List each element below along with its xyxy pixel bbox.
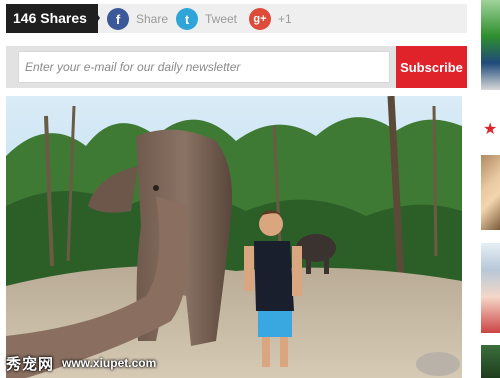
elephant-eye (153, 185, 159, 191)
man-arm (292, 246, 302, 296)
photo-illustration (6, 96, 462, 378)
elephant-selfie-photo (6, 96, 462, 378)
man-arm (244, 246, 254, 291)
site-watermark: 秀宠网 www.xiupet.com (6, 351, 156, 375)
man-leg (262, 337, 270, 367)
man-shorts (258, 311, 292, 337)
newsletter-signup: Subscribe (6, 46, 467, 88)
newsletter-email-input[interactable] (18, 51, 390, 83)
facebook-share-button[interactable]: f Share (107, 8, 168, 30)
share-bar: 146 Shares f Share t Tweet g+ +1 (6, 4, 467, 33)
sidebar-thumbnail[interactable] (481, 345, 500, 378)
man-leg (280, 337, 288, 367)
share-count-arrow (90, 4, 100, 32)
subscribe-button[interactable]: Subscribe (396, 46, 467, 88)
sidebar-thumbnail[interactable] (481, 0, 500, 90)
distant-elephant-leg (306, 256, 311, 274)
google-plus-share-label: +1 (278, 12, 292, 26)
sidebar-thumbnail[interactable] (481, 155, 500, 230)
twitter-share-button[interactable]: t Tweet (176, 8, 237, 30)
sidebar-thumbnail[interactable] (481, 243, 500, 333)
star-icon: ★ (483, 121, 498, 138)
rock (416, 352, 460, 376)
distant-elephant-leg (324, 256, 329, 274)
watermark-site-name: 秀宠网 (6, 355, 55, 373)
facebook-share-label: Share (136, 12, 169, 26)
watermark-url: www.xiupet.com (62, 356, 157, 370)
share-count: 146 Shares (6, 4, 98, 33)
facebook-icon: f (107, 8, 129, 30)
man-shirt (254, 241, 294, 311)
twitter-share-label: Tweet (205, 12, 238, 26)
google-plus-share-button[interactable]: g+ +1 (249, 8, 292, 30)
google-plus-icon: g+ (249, 8, 271, 30)
twitter-icon: t (176, 8, 198, 30)
man-head (259, 212, 283, 236)
palm-trunk (432, 105, 438, 257)
